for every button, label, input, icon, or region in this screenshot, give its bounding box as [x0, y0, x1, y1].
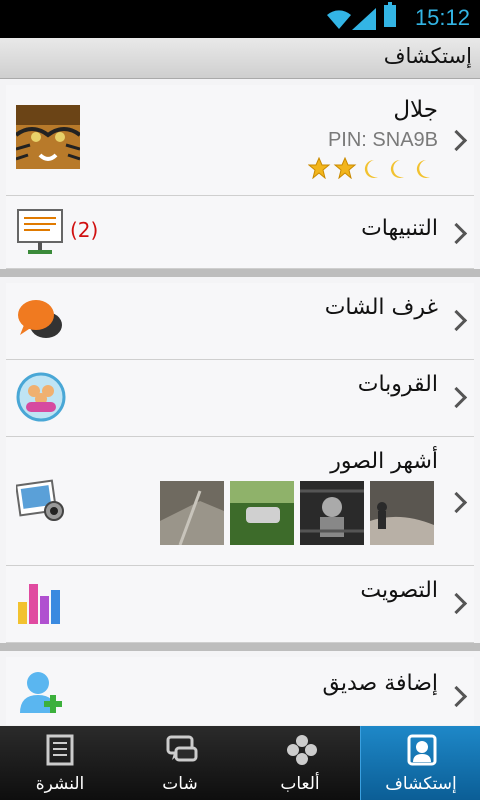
- notifications-count: (2): [70, 218, 99, 242]
- star-icon: [333, 156, 357, 180]
- photo-thumbnail[interactable]: [370, 481, 434, 545]
- photo-thumbnail[interactable]: [160, 481, 224, 545]
- voting-row[interactable]: التصويت: [6, 566, 474, 643]
- photo-thumbnail[interactable]: [230, 481, 294, 545]
- page-title: إستكشاف: [383, 44, 472, 68]
- profile-avatar[interactable]: [16, 105, 80, 169]
- tab-games[interactable]: ألعاب: [240, 726, 360, 800]
- tab-label: النشرة: [35, 774, 85, 794]
- moon-icon: [416, 159, 430, 178]
- chevron-right-icon: [445, 592, 468, 615]
- tab-newsfeed[interactable]: النشرة: [0, 726, 120, 800]
- tab-explore[interactable]: إستكشاف: [360, 726, 480, 800]
- chevron-right-icon: [445, 309, 468, 332]
- popular-photos-label: أشهر الصور: [330, 449, 438, 474]
- chevron-right-icon: [445, 129, 468, 152]
- notifications-row[interactable]: (2) التنبيهات: [6, 196, 474, 269]
- battery-icon: [384, 2, 396, 27]
- photo-thumbnails[interactable]: [160, 481, 436, 545]
- section-divider: [0, 269, 480, 277]
- chevron-right-icon: [445, 222, 468, 245]
- rating: [307, 156, 436, 183]
- tab-chat[interactable]: شات: [120, 726, 240, 800]
- chat-rooms-label: غرف الشات: [324, 295, 438, 320]
- status-bar: 15:12: [0, 0, 480, 38]
- chat-icon: [166, 735, 198, 762]
- photos-icon: [16, 479, 64, 521]
- groups-row[interactable]: القروبات: [6, 360, 474, 437]
- add-friend-label: إضافة صديق: [322, 671, 439, 696]
- status-time: 15:12: [414, 5, 470, 30]
- groups-label: القروبات: [357, 372, 438, 397]
- moon-icon: [364, 159, 378, 178]
- add-friend-icon: [20, 672, 62, 713]
- wifi-icon: [327, 10, 351, 29]
- notifications-label: التنبيهات: [361, 216, 438, 241]
- tab-label: إستكشاف: [385, 774, 457, 794]
- profile-pin: PIN: SNA9B: [327, 129, 438, 151]
- explore-icon: [407, 734, 437, 766]
- groups-icon: [16, 372, 66, 422]
- chat-rooms-row[interactable]: غرف الشات: [6, 283, 474, 360]
- bottom-tab-bar: النشرة شات ألعاب إستكشاف: [0, 726, 480, 800]
- section-divider: [0, 643, 480, 651]
- chevron-right-icon: [445, 491, 468, 514]
- billboard-icon: [17, 209, 63, 254]
- profile-row[interactable]: جلال PIN: SNA9B: [6, 85, 474, 196]
- games-icon: [287, 735, 317, 765]
- chevron-right-icon: [445, 386, 468, 409]
- profile-name: جلال: [393, 97, 438, 123]
- moon-icon: [390, 159, 404, 178]
- chat-bubbles-icon: [18, 300, 62, 338]
- star-icon: [307, 156, 331, 180]
- signal-icon: [352, 8, 376, 30]
- bar-chart-icon: [18, 584, 60, 624]
- chevron-right-icon: [445, 685, 468, 708]
- explore-list: جلال PIN: SNA9B (2) التنبيهات غرف الشات …: [0, 79, 480, 725]
- photo-thumbnail[interactable]: [300, 481, 364, 545]
- tab-label: شات: [162, 774, 198, 794]
- tab-label: ألعاب: [280, 774, 320, 794]
- title-bar: إستكشاف: [0, 38, 480, 79]
- newsfeed-icon: [46, 734, 74, 766]
- add-friend-row[interactable]: إضافة صديق: [6, 657, 474, 725]
- popular-photos-row[interactable]: أشهر الصور: [6, 437, 474, 566]
- voting-label: التصويت: [360, 578, 438, 603]
